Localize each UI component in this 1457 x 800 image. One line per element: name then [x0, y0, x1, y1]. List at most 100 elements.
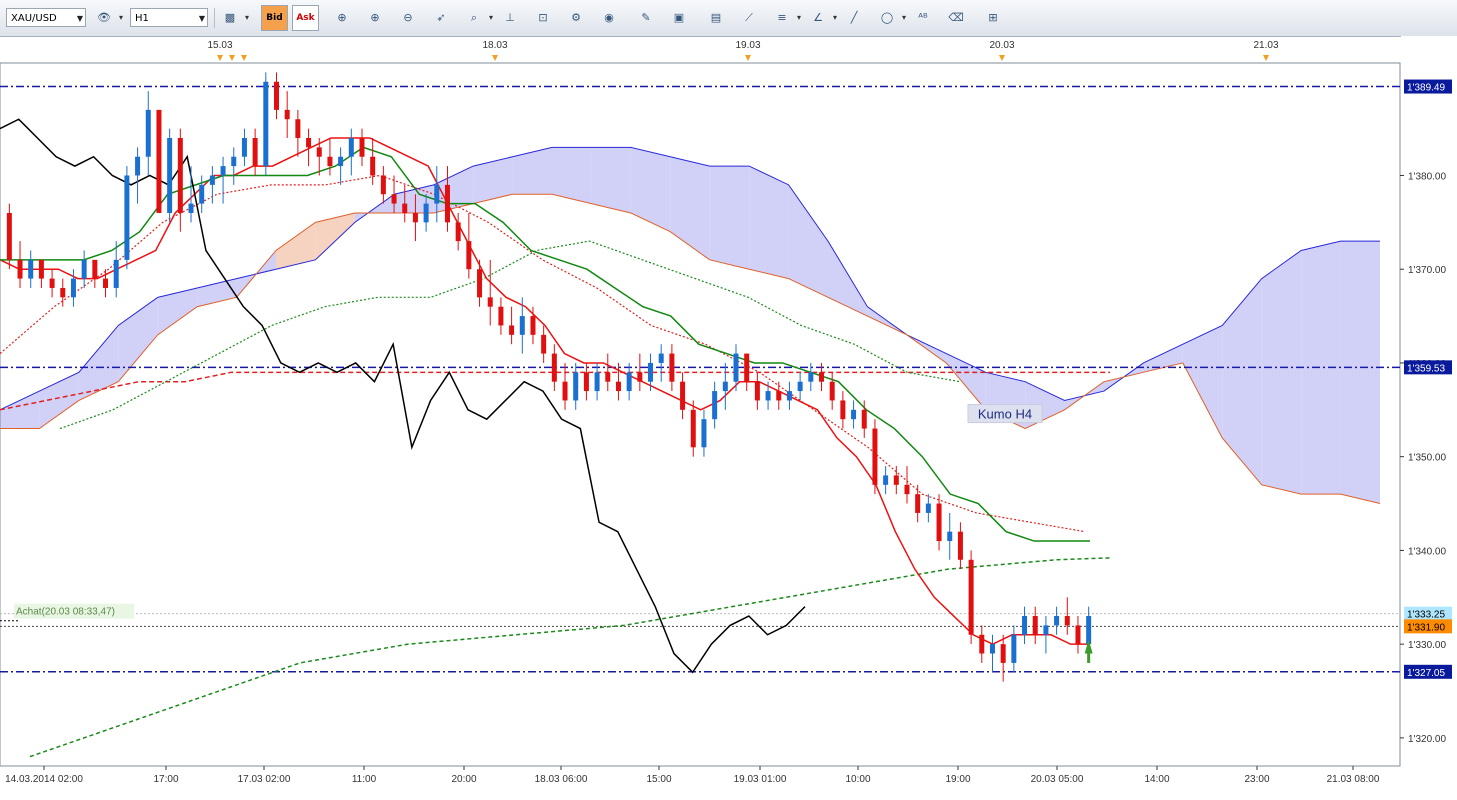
candle-body	[60, 287, 66, 298]
kumo-segment	[1222, 278, 1262, 485]
time-tick-label: 20:00	[451, 774, 476, 785]
chart-canvas[interactable]: Kumo H4 Achat(20.03 08:33,47) 1'380.00 1'37…	[0, 36, 1457, 800]
candle-body	[904, 484, 910, 495]
candle-body	[701, 419, 707, 448]
ellipse-icon[interactable]: ◯	[877, 8, 906, 28]
trade-label: Achat(20.03 08:33,47)	[16, 607, 115, 618]
symbol-select[interactable]: XAU/USD ▼	[6, 8, 86, 27]
time-tick-label: 14.03.2014 02:00	[5, 774, 83, 785]
price-label: 1'389.49	[1407, 83, 1445, 94]
kumo-segment	[749, 166, 789, 279]
candle-body	[444, 184, 450, 223]
day-marker-icon	[217, 55, 223, 61]
candle-body	[306, 137, 312, 148]
lines-icon[interactable]: ≡	[772, 8, 801, 28]
candle-body	[530, 316, 536, 335]
candle-body	[947, 531, 953, 542]
candle-body	[819, 372, 824, 382]
candle-body	[380, 175, 386, 195]
crosshair-icon[interactable]: ⊕	[332, 8, 352, 28]
candle-body	[509, 325, 515, 335]
chart-toolbar: XAU/USD ▼ 👁 H1 ▼ ▩ Bid Ask ⊕ ⊕ ⊖ ➶ ⌕ ⊥ ⊡ ⚙ ◉ ✎ ▣ ▤ ⟋…	[0, 0, 1457, 37]
candle-body	[199, 184, 205, 204]
candle-body	[1022, 616, 1028, 635]
globe-icon[interactable]: ◉	[599, 8, 619, 28]
candle-body	[722, 381, 728, 392]
candle-body	[872, 428, 878, 485]
candle-body	[562, 381, 568, 401]
candle-body	[177, 137, 183, 213]
candle-body	[49, 278, 55, 288]
trendline-icon[interactable]: ∠	[808, 8, 837, 28]
zoom-box-icon[interactable]: ⌕	[464, 8, 493, 28]
candle-body	[861, 409, 867, 429]
indicator-lines	[0, 118, 1111, 758]
candle-body	[359, 137, 365, 157]
candle-body	[316, 147, 322, 157]
timeframe-select[interactable]: H1 ▼	[130, 8, 208, 27]
candle-body	[1000, 644, 1006, 663]
candle-body	[17, 259, 23, 279]
candle-body	[957, 531, 963, 560]
kumo-segment	[1261, 250, 1302, 495]
candle-body	[776, 391, 782, 401]
pen-icon[interactable]: ╱	[844, 8, 864, 28]
kumo-segment	[788, 184, 828, 298]
text-icon[interactable]: ᴬᴮ	[913, 8, 933, 28]
chevron-down-icon: ▼	[76, 14, 83, 23]
chart-type-icon[interactable]: ▩	[220, 8, 249, 28]
candle-body	[883, 475, 889, 485]
time-tick-label: 23:00	[1244, 774, 1269, 785]
candle-body	[498, 306, 504, 326]
candle-body	[840, 400, 846, 420]
timeframe-value: H1	[135, 13, 149, 24]
candle-body	[455, 222, 461, 242]
ask-button[interactable]: Ask	[292, 5, 319, 31]
candle-body	[466, 241, 472, 270]
candle-body	[733, 353, 739, 382]
bid-button[interactable]: Bid	[261, 5, 288, 31]
properties-icon[interactable]: ⊡	[533, 8, 553, 28]
chevron-down-icon: ▼	[198, 14, 205, 23]
hierarchy-icon[interactable]: ⊞	[983, 8, 1003, 28]
candle-body	[434, 184, 440, 204]
candle-body	[402, 203, 408, 213]
kumo-segment	[828, 241, 868, 317]
template-icon[interactable]: ▤	[706, 8, 726, 28]
candle-body	[423, 203, 429, 223]
candle-body	[284, 109, 290, 120]
indicators-icon[interactable]: ⚙	[566, 8, 586, 28]
candle-body	[167, 137, 173, 213]
candle-body	[637, 372, 643, 382]
candle-body	[338, 156, 344, 167]
time-tick-label: 21.03 08:00	[1327, 774, 1380, 785]
candle-body	[690, 409, 696, 448]
visibility-icon[interactable]: 👁	[94, 8, 123, 28]
candle-body	[38, 259, 44, 279]
time-tick-label: 17.03 02:00	[238, 774, 291, 785]
candle-body	[1011, 634, 1017, 663]
tenkan-sen-line	[0, 137, 1090, 645]
day-marker-icon	[999, 55, 1005, 61]
kumo-segment	[315, 212, 355, 260]
zoom-in-icon[interactable]: ⊕	[365, 8, 385, 28]
ruler-icon[interactable]: ✎	[636, 8, 656, 28]
candle-body	[829, 381, 835, 401]
candle-body	[156, 109, 162, 213]
candle-body	[786, 391, 792, 401]
cursor-icon[interactable]: ➶	[431, 8, 451, 28]
screenshot-icon[interactable]: ▣	[669, 8, 689, 28]
toolbar-separator	[214, 8, 215, 28]
vertical-line-icon[interactable]: ⊥	[500, 8, 520, 28]
drawing-tools-icon[interactable]: ⟋	[739, 8, 759, 28]
zoom-out-icon[interactable]: ⊖	[398, 8, 418, 28]
candle-body	[1054, 616, 1060, 626]
day-marker-label: 18.03	[482, 40, 507, 51]
kumo-segment	[1340, 241, 1380, 504]
candle-body	[103, 278, 109, 288]
day-marker-label: 20.03	[989, 40, 1014, 51]
day-marker-label: 15.03	[207, 40, 232, 51]
price-tick-label: 1'330.00	[1408, 640, 1446, 651]
day-marker-icon	[241, 55, 247, 61]
eraser-icon[interactable]: ⌫	[946, 8, 966, 28]
